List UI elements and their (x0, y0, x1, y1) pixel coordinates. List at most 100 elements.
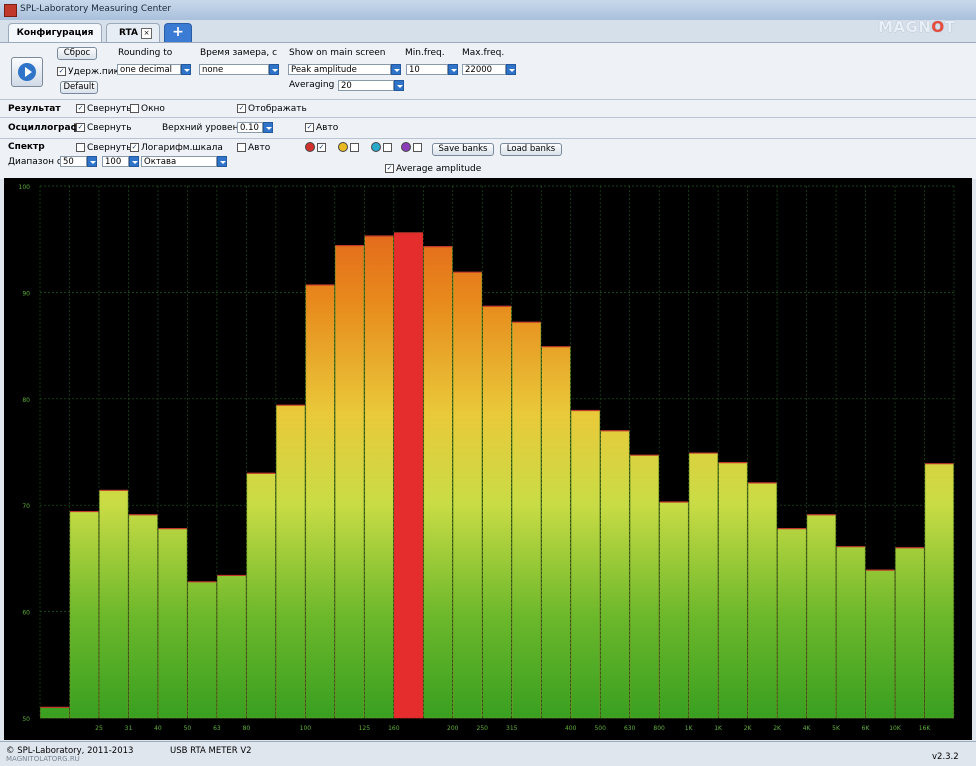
osc-top-level-dropdown-icon[interactable] (263, 122, 273, 133)
bank-2-toggle[interactable] (338, 142, 361, 153)
bank-4-color-icon (401, 142, 411, 152)
show-main-dropdown-icon[interactable] (391, 64, 401, 75)
spec-auto-checkbox[interactable]: Авто (237, 143, 270, 153)
x-tick-label: 125 (359, 725, 371, 732)
averaging-dropdown-icon[interactable] (394, 80, 404, 91)
x-tick-label: 31 (125, 725, 133, 732)
spectrum-bar (688, 452, 718, 719)
save-banks-button[interactable]: Save banks (432, 143, 494, 156)
spectrum-bar (836, 546, 866, 719)
x-tick-label: 80 (243, 725, 251, 732)
range-min-dropdown-icon[interactable] (87, 156, 97, 167)
hold-peak-checkbox[interactable]: Удерж.пик (57, 67, 119, 77)
result-window-checkbox[interactable]: Окно (130, 104, 165, 114)
y-tick-label: 80 (22, 397, 30, 404)
add-tab-button[interactable]: + (164, 23, 192, 42)
averaging-label: Averaging (289, 80, 335, 90)
osc-auto-checkbox[interactable]: Авто (305, 123, 338, 133)
close-tab-icon[interactable]: × (141, 28, 152, 39)
octave-dropdown-icon[interactable] (217, 156, 227, 167)
max-freq-select[interactable]: 22000 (462, 64, 506, 75)
app-icon (4, 4, 17, 17)
bank-4-toggle[interactable] (401, 142, 424, 153)
reset-button[interactable]: Сброс (57, 47, 97, 60)
result-collapse-checkbox[interactable]: Свернуть (76, 104, 132, 114)
min-freq-select[interactable]: 10 (406, 64, 448, 75)
rounding-select[interactable]: one decimal (117, 64, 181, 75)
spectrum-bar (99, 490, 129, 719)
spec-collapse-checkbox[interactable]: Свернуть (76, 143, 132, 153)
x-tick-label: 40 (154, 725, 162, 732)
x-tick-label: 1K (714, 725, 723, 732)
average-amplitude-checkbox[interactable]: Average amplitude (385, 164, 481, 174)
tab-rta-label: RTA (119, 28, 138, 38)
x-tick-label: 250 (477, 725, 489, 732)
spectrum-bar (453, 271, 483, 719)
bank-1-toggle[interactable] (305, 142, 328, 153)
y-tick-label: 90 (22, 290, 30, 297)
octave-select[interactable]: Октава (141, 156, 217, 167)
rounding-dropdown-icon[interactable] (181, 64, 191, 75)
spectrum-bar (747, 482, 777, 719)
osc-top-level-label: Верхний уровень (162, 123, 244, 133)
x-tick-label: 50 (184, 725, 192, 732)
x-tick-label: 315 (506, 725, 518, 732)
x-tick-label: 25 (95, 725, 103, 732)
x-tick-label: 160 (388, 725, 400, 732)
osc-collapse-checkbox[interactable]: Свернуть (76, 123, 132, 133)
device-name: USB RTA METER V2 (170, 746, 252, 756)
spectrum-bar (511, 321, 541, 719)
x-tick-label: 800 (653, 725, 665, 732)
result-show-checkbox[interactable]: Отображать (237, 104, 307, 114)
spectrum-bar (335, 245, 365, 719)
x-tick-label: 400 (565, 725, 577, 732)
result-section-label: Результат (8, 104, 61, 114)
tab-configuration[interactable]: Конфигурация (8, 23, 102, 42)
spectrum-bar (276, 404, 306, 719)
magnitola-logo: MAGNOT (878, 18, 956, 36)
averaging-select[interactable]: 20 (338, 80, 394, 91)
y-tick-label: 70 (22, 503, 30, 510)
spectrum-bar (364, 235, 394, 719)
spectrum-bar (895, 547, 925, 719)
measure-time-select[interactable]: none (199, 64, 269, 75)
x-tick-label: 2K (773, 725, 782, 732)
show-main-select[interactable]: Peak amplitude (288, 64, 391, 75)
start-measure-button[interactable] (11, 57, 43, 87)
bank-3-toggle[interactable] (371, 142, 394, 153)
x-tick-label: 5K (832, 725, 841, 732)
bank-1-color-icon (305, 142, 315, 152)
window-title: SPL-Laboratory Measuring Center (20, 4, 172, 14)
bank-3-color-icon (371, 142, 381, 152)
tab-rta[interactable]: RTA × (106, 23, 160, 42)
show-main-label: Show on main screen (289, 48, 386, 58)
tab-configuration-label: Конфигурация (16, 28, 94, 38)
application-window: SPL-Laboratory Measuring Center Конфигур… (0, 0, 976, 766)
rounding-label: Rounding to (118, 48, 173, 58)
x-tick-label: 6K (862, 725, 871, 732)
range-max-select[interactable]: 100 (102, 156, 129, 167)
default-button[interactable]: Default (60, 81, 98, 94)
load-banks-button[interactable]: Load banks (500, 143, 562, 156)
spectrum-bar (217, 575, 247, 719)
spectrum-bar (718, 462, 748, 719)
x-tick-label: 630 (624, 725, 636, 732)
range-max-dropdown-icon[interactable] (129, 156, 139, 167)
min-freq-dropdown-icon[interactable] (448, 64, 458, 75)
spectrum-bar (128, 514, 158, 719)
spectrum-bar (187, 581, 217, 719)
osc-top-level-select[interactable]: 0.10 (237, 122, 263, 133)
measure-time-dropdown-icon[interactable] (269, 64, 279, 75)
max-freq-dropdown-icon[interactable] (506, 64, 516, 75)
spectrum-bar (246, 473, 276, 719)
version-text: v2.3.2 (932, 752, 959, 762)
x-tick-label: 500 (594, 725, 606, 732)
spectrum-bar (69, 511, 99, 719)
x-tick-label: 4K (803, 725, 812, 732)
range-min-select[interactable]: 50 (60, 156, 87, 167)
x-tick-label: 10K (889, 725, 902, 732)
spectrum-bar (865, 569, 895, 719)
spectrum-bar (659, 501, 689, 719)
y-tick-label: 60 (22, 610, 30, 617)
log-scale-checkbox[interactable]: Логарифм.шкала (130, 143, 223, 153)
